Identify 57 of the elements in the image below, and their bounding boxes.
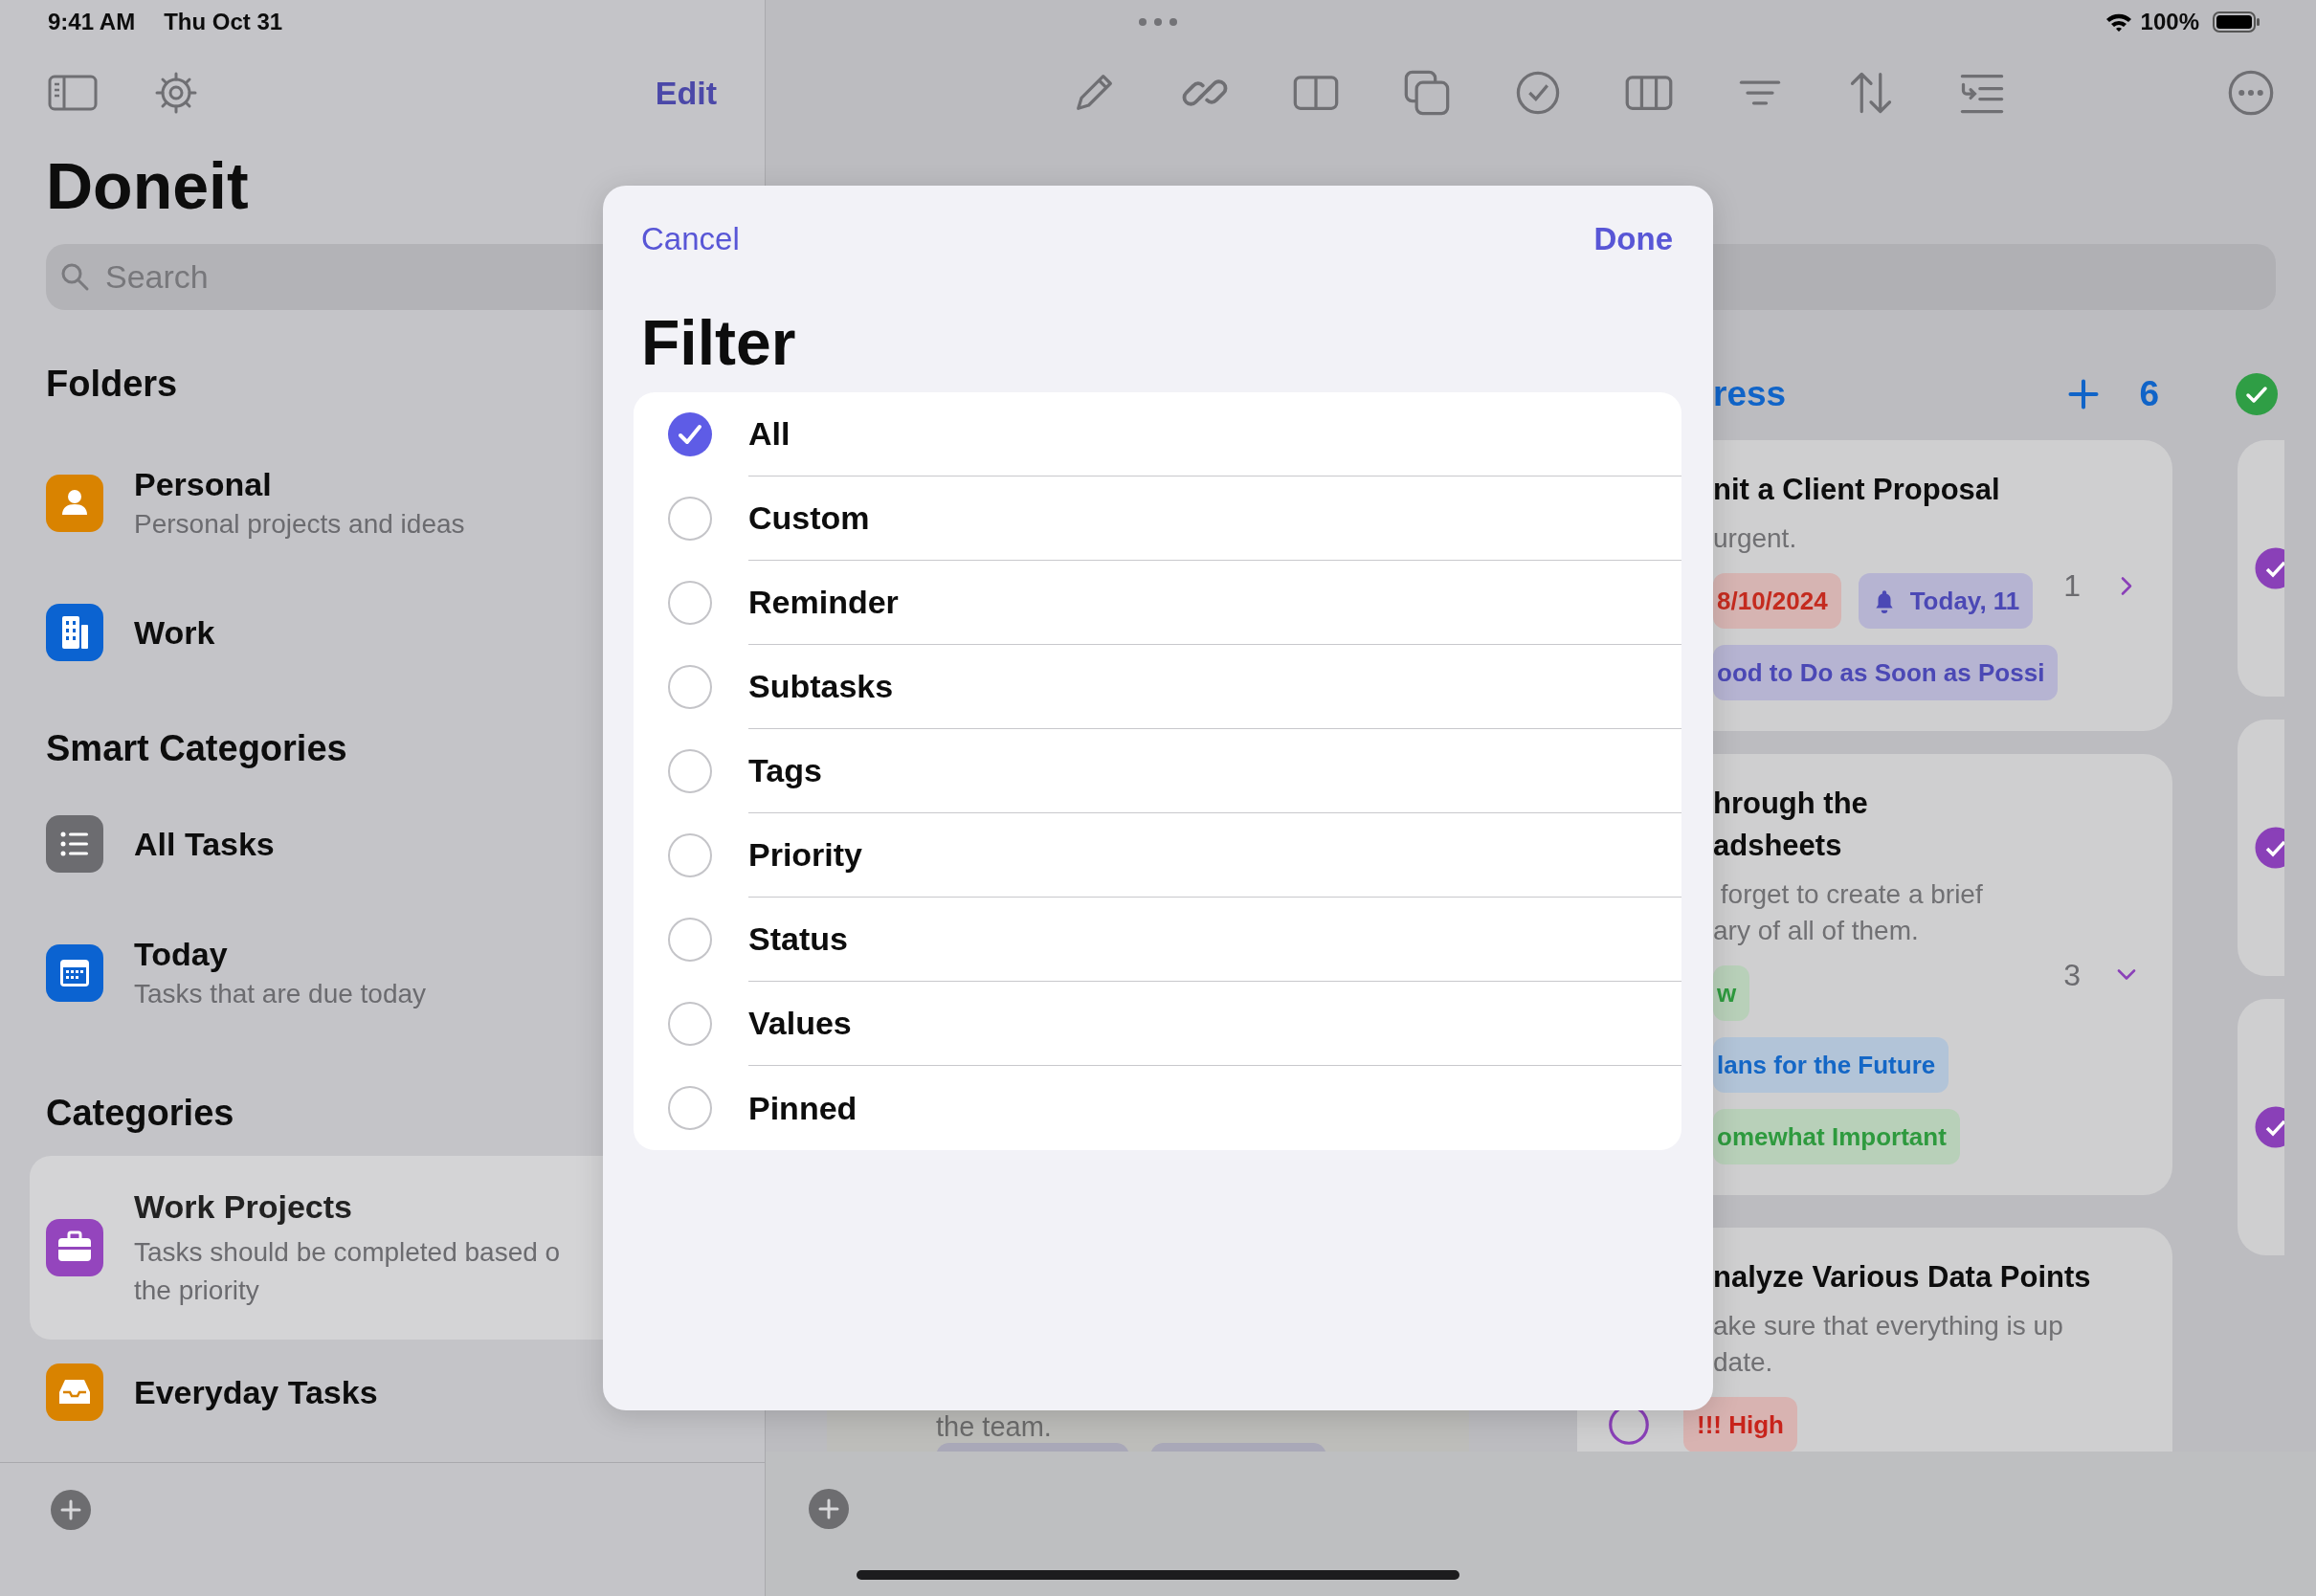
status-time: 9:41 AM	[48, 9, 136, 35]
battery-icon	[2213, 11, 2260, 33]
section-heading: Categories	[46, 1092, 234, 1135]
status-date: Thu Oct 31	[164, 9, 283, 35]
option-label[interactable]: Tags	[748, 752, 822, 789]
edit-button[interactable]: Edit	[655, 74, 717, 112]
checkmark-circle-icon[interactable]	[2236, 373, 2278, 415]
task-title: nalyze Various Data Points	[1713, 1259, 2092, 1296]
task-note: urgent.	[1713, 522, 1798, 555]
app-title: Doneit	[45, 148, 250, 224]
checkbox-icon[interactable]	[667, 748, 713, 794]
settings-icon[interactable]	[153, 70, 199, 116]
tag: omewhat Important	[1713, 1109, 1960, 1164]
checkbox-icon[interactable]	[667, 1085, 713, 1131]
tag: w	[1713, 965, 1750, 1021]
section-heading: Folders	[46, 363, 178, 406]
section-heading: Smart Categories	[46, 727, 347, 770]
option-label[interactable]: Custom	[748, 499, 870, 537]
task-title: nit a Client Proposal	[1713, 472, 2001, 508]
checkbox-icon[interactable]	[667, 664, 713, 710]
task-count: 6	[2139, 374, 2159, 414]
checkbox-icon[interactable]	[667, 1001, 713, 1047]
more-icon[interactable]	[2226, 68, 2276, 118]
copy-icon[interactable]	[1402, 68, 1452, 118]
checkbox-icon[interactable]	[667, 496, 713, 542]
option-label[interactable]: Subtasks	[748, 668, 894, 705]
done-button[interactable]: Done	[1593, 221, 1673, 257]
search-icon	[59, 261, 90, 292]
checkbox-icon[interactable]	[2255, 1106, 2284, 1148]
checkbox-icon[interactable]	[667, 580, 713, 626]
battery-percentage: 100%	[2140, 9, 2199, 35]
subtask-count: 3	[2063, 957, 2081, 992]
checkbox-icon[interactable]	[667, 832, 713, 878]
tag: Today, 11	[1858, 573, 2034, 629]
option-label[interactable]: Priority	[748, 836, 863, 874]
column-title: ress	[1713, 374, 1787, 414]
add-button[interactable]	[809, 1489, 849, 1529]
option-label[interactable]: Status	[748, 920, 848, 958]
checkbox-icon[interactable]	[667, 917, 713, 963]
option-label[interactable]: Reminder	[748, 584, 899, 621]
task-note: ake sure that everything is up date.	[1713, 1310, 2064, 1379]
option-label[interactable]: Values	[748, 1005, 852, 1042]
multitasking-icon[interactable]	[1137, 16, 1179, 28]
task-note: the team.	[936, 1410, 1053, 1443]
subtask-count: 1	[2063, 567, 2081, 604]
tag: ood to Do as Soon as Possi	[1713, 645, 2059, 700]
tag: 8/10/2024	[1713, 573, 1841, 629]
checkbox-icon[interactable]	[667, 411, 713, 457]
add-button[interactable]	[51, 1490, 91, 1530]
tag: !!! High	[1683, 1397, 1797, 1452]
tag: lans for the Future	[1713, 1037, 1949, 1093]
task-title: hrough the adsheets	[1713, 786, 1869, 864]
checkbox-icon[interactable]	[2255, 547, 2284, 589]
task-note: forget to create a brief ary of all of them.	[1713, 878, 1984, 947]
option-label[interactable]: Pinned	[748, 1089, 857, 1127]
option-label[interactable]: All	[748, 415, 791, 453]
checkbox-icon[interactable]	[2255, 827, 2284, 869]
